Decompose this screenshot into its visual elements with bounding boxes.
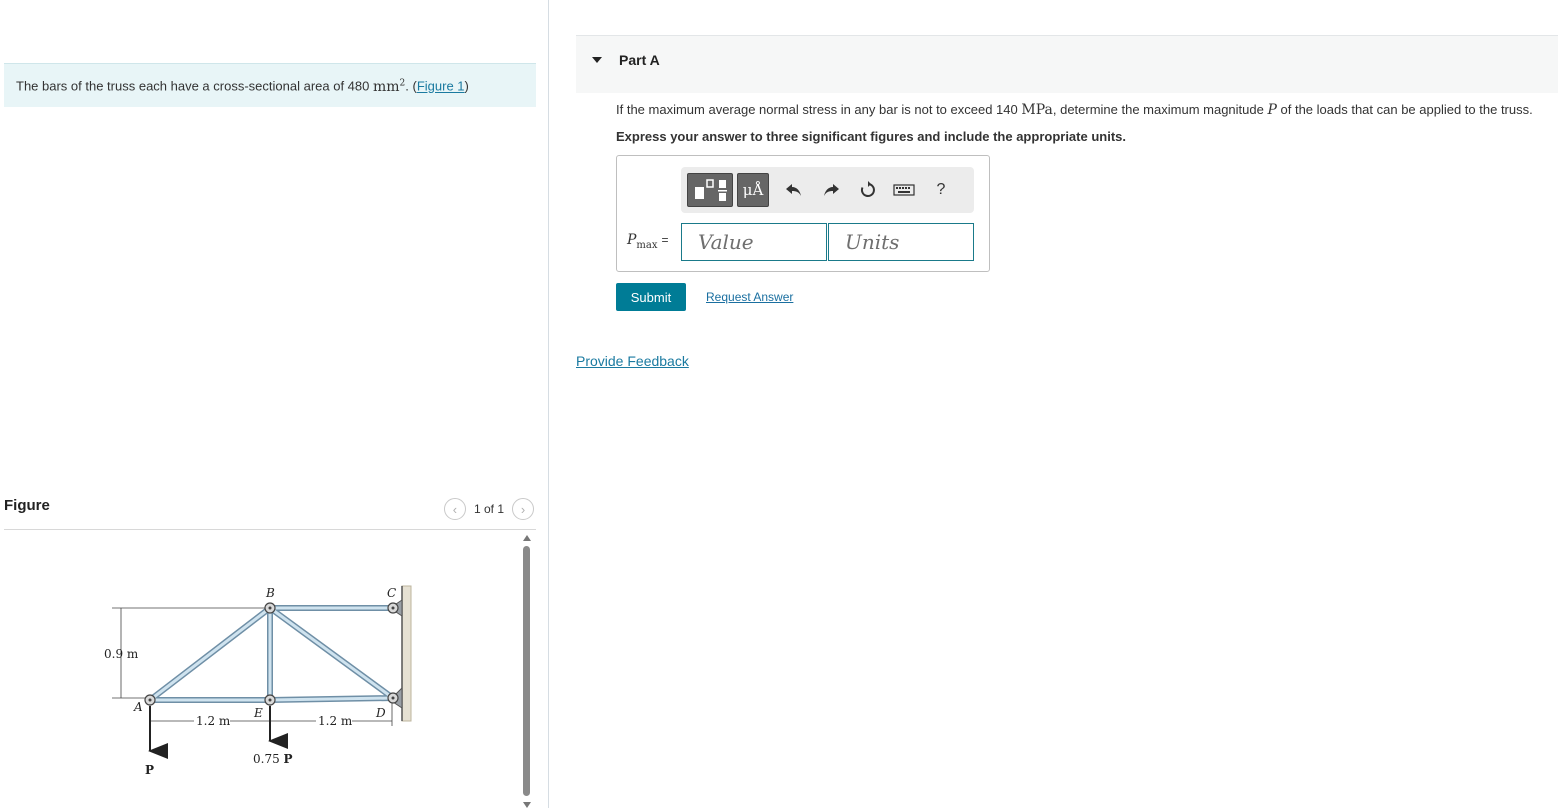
- scroll-thumb[interactable]: [523, 546, 530, 796]
- figure-header: Figure ‹ 1 of 1 ›: [4, 494, 536, 530]
- math-toolbar: μÅ ?: [681, 167, 974, 213]
- area-unit: mm2: [372, 78, 406, 95]
- submit-button[interactable]: Submit: [616, 283, 686, 311]
- next-figure-button[interactable]: ›: [512, 498, 534, 520]
- node-label-a: A: [133, 700, 143, 714]
- prev-figure-button[interactable]: ‹: [443, 498, 466, 520]
- intro-text: The bars of the truss each have a cross-…: [16, 78, 373, 94]
- figure-scrollbar[interactable]: [521, 534, 533, 808]
- keyboard-icon: [893, 184, 915, 196]
- template-button[interactable]: [687, 173, 733, 207]
- provide-feedback-link[interactable]: Provide Feedback: [576, 353, 689, 369]
- left-pane: The bars of the truss each have a cross-…: [0, 0, 548, 808]
- question-text: If the maximum average normal stress in …: [616, 102, 1533, 118]
- dim-right-label: 1.2 m: [318, 714, 353, 728]
- chevron-right-icon: ›: [520, 501, 526, 517]
- problem-statement: The bars of the truss each have a cross-…: [4, 63, 536, 107]
- help-button[interactable]: ?: [930, 179, 952, 201]
- template-icon: [695, 179, 727, 201]
- node-label-d: D: [375, 706, 386, 720]
- request-answer-link[interactable]: Request Answer: [706, 290, 793, 304]
- figure-pager: ‹ 1 of 1 ›: [443, 498, 534, 520]
- units-button[interactable]: μÅ: [737, 173, 769, 207]
- node-label-c: C: [387, 586, 396, 600]
- node-label-b: B: [265, 586, 275, 600]
- node-label-e: E: [253, 706, 263, 720]
- dim-height-label: 0.9 m: [104, 647, 139, 661]
- redo-icon: [824, 184, 839, 196]
- dim-left-label: 1.2 m: [196, 714, 231, 728]
- truss-diagram: B C A E D 0.9 m 1.2 m 1.2 m P 0.75 P: [104, 585, 412, 777]
- load-a-label: P: [145, 763, 154, 777]
- reset-icon: [860, 181, 875, 197]
- value-input[interactable]: [681, 223, 827, 261]
- caret-down-icon[interactable]: [592, 57, 602, 63]
- part-header[interactable]: Part A: [576, 35, 1558, 93]
- load-e-label: 0.75 P: [253, 752, 293, 766]
- undo-icon: [786, 184, 801, 196]
- scroll-down-arrow[interactable]: [523, 802, 531, 808]
- scroll-up-arrow[interactable]: [523, 535, 531, 541]
- units-input[interactable]: [828, 223, 974, 261]
- redo-button[interactable]: [820, 179, 842, 201]
- answer-label: Pmax =: [627, 232, 669, 251]
- right-pane: Part A If the maximum average normal str…: [549, 0, 1558, 808]
- chevron-left-icon: ‹: [452, 501, 458, 517]
- figure-title: Figure: [4, 497, 50, 514]
- answer-box: μÅ ? Pmax =: [616, 155, 990, 272]
- instruction-text: Express your answer to three significant…: [616, 129, 1126, 144]
- keyboard-button[interactable]: [893, 179, 915, 201]
- reset-button[interactable]: [857, 179, 879, 201]
- figure-link[interactable]: Figure 1: [417, 79, 465, 94]
- pager-text: 1 of 1: [473, 502, 504, 516]
- part-title[interactable]: Part A: [619, 52, 660, 68]
- wall-support: [401, 585, 412, 722]
- undo-button[interactable]: [783, 179, 805, 201]
